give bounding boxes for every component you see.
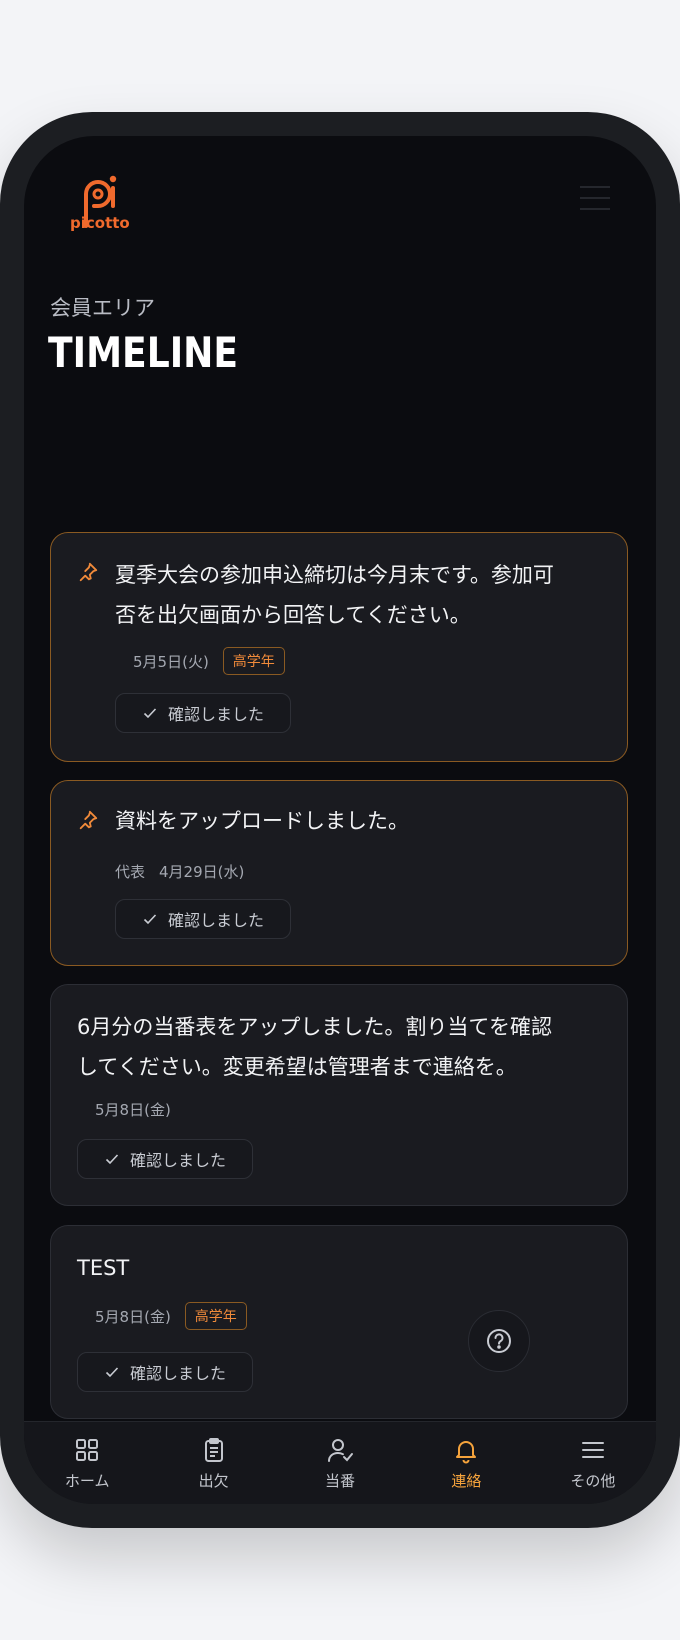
phone-frame: picotto 会員エリア TIMELINE 夏季大会の参加申込締切は今月末です… [0, 112, 680, 1528]
nav-label: 出欠 [198, 1472, 229, 1490]
page-subtitle: 会員エリア [50, 296, 155, 320]
confirm-button[interactable]: 確認しました [115, 693, 291, 733]
post-text: TEST [77, 1256, 130, 1280]
help-icon [487, 1329, 511, 1353]
clipboard-icon [204, 1438, 223, 1462]
post-meta: 5月8日(金) [95, 1099, 171, 1120]
pin-icon [79, 810, 98, 830]
pin-icon [79, 562, 98, 582]
post-text: 夏季大会の参加申込締切は今月末です。参加可 否を出欠画面から回答してください。 [115, 563, 554, 627]
post-meta: 代表 4月29日(水) [115, 861, 244, 882]
check-icon [105, 1367, 119, 1378]
menu-icon [581, 1442, 604, 1458]
post-meta: 5月5日(火) 高学年 [133, 647, 285, 675]
nav-item-contact[interactable]: 連絡 [403, 1422, 529, 1504]
confirm-button[interactable]: 確認しました [115, 899, 291, 939]
check-icon [143, 708, 157, 719]
post-date: 4月29日(水) [159, 863, 245, 881]
confirm-button[interactable]: 確認しました [77, 1139, 253, 1179]
confirm-button[interactable]: 確認しました [77, 1352, 253, 1392]
post-text: 6月分の当番表をアップしました。割り当てを確認 してください。変更希望は管理者ま… [77, 1015, 552, 1079]
nav-item-other[interactable]: その他 [530, 1422, 656, 1504]
bottom-navigation: ホーム 出欠 当番 連絡 その他 [24, 1421, 656, 1504]
check-icon [143, 914, 157, 925]
menu-icon[interactable] [580, 186, 610, 214]
grade-badge: 高学年 [184, 1302, 247, 1330]
bell-icon [456, 1441, 477, 1464]
nav-item-attendance[interactable]: 出欠 [150, 1422, 276, 1504]
post-text: 資料をアップロードしました。 [115, 809, 409, 833]
app-screen: picotto 会員エリア TIMELINE 夏季大会の参加申込締切は今月末です… [24, 136, 656, 1504]
timeline-card[interactable]: TEST 5月8日(金) 高学年 確認しました [50, 1225, 628, 1419]
page-title: TIMELINE [48, 328, 239, 377]
help-button[interactable] [468, 1310, 530, 1372]
timeline-card[interactable]: 6月分の当番表をアップしました。割り当てを確認 してください。変更希望は管理者ま… [50, 984, 628, 1206]
grade-badge: 高学年 [222, 647, 285, 675]
post-author: 代表 [115, 863, 146, 881]
timeline-card[interactable]: 夏季大会の参加申込締切は今月末です。参加可 否を出欠画面から回答してください。 … [50, 532, 628, 762]
check-icon [105, 1154, 119, 1165]
nav-label: 当番 [325, 1472, 356, 1490]
brand-name: picotto [70, 214, 130, 232]
timeline-card[interactable]: 資料をアップロードしました。 代表 4月29日(水) 確認しました [50, 780, 628, 966]
nav-label: 連絡 [451, 1472, 482, 1490]
post-meta: 5月8日(金) 高学年 [95, 1302, 247, 1330]
post-date: 5月8日(金) [95, 1101, 171, 1119]
nav-label: その他 [570, 1472, 616, 1490]
user-check-icon [328, 1439, 354, 1462]
post-date: 5月5日(火) [133, 652, 209, 671]
nav-label: ホーム [64, 1472, 110, 1490]
nav-item-home[interactable]: ホーム [24, 1422, 150, 1504]
nav-item-duty[interactable]: 当番 [277, 1422, 403, 1504]
home-grid-icon [76, 1439, 99, 1461]
post-date: 5月8日(金) [95, 1307, 171, 1326]
